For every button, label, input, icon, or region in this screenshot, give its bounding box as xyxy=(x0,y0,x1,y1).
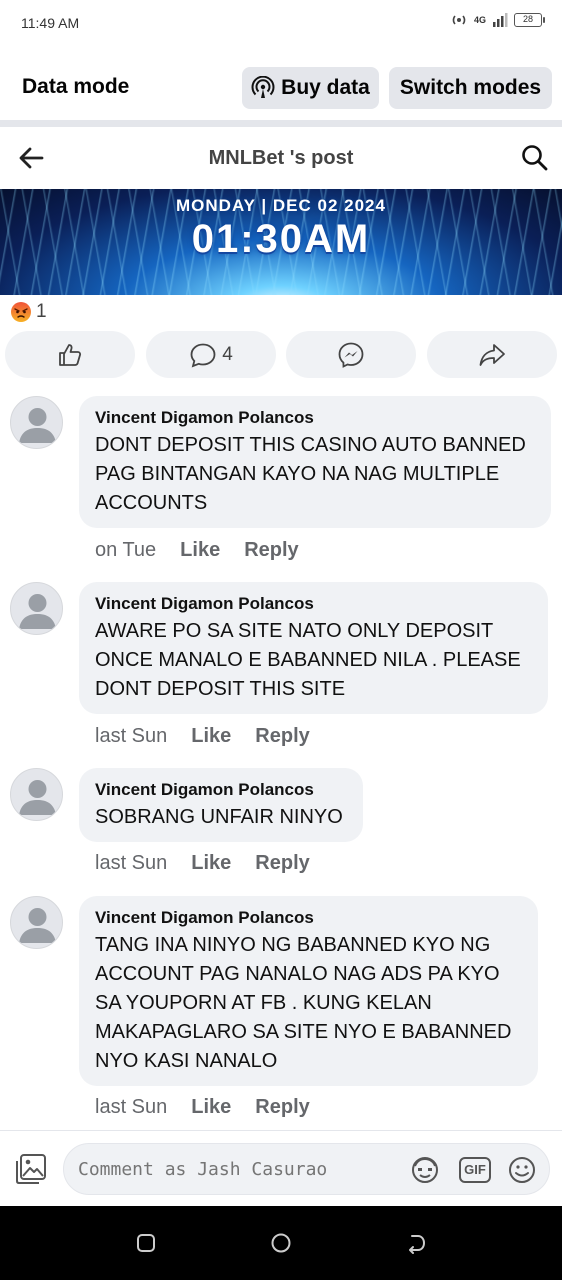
comment-text: DONT DEPOSIT THIS CASINO AUTO BANNED PAG… xyxy=(95,434,526,514)
comment-text: AWARE PO SA SITE NATO ONLY DEPOSIT ONCE … xyxy=(95,620,521,700)
post-header: MNLBet 's post xyxy=(0,127,562,189)
banner-date: MONDAY | DEC 02 2024 xyxy=(176,196,386,215)
comment-time[interactable]: last Sun xyxy=(95,725,167,748)
avatar[interactable] xyxy=(10,896,63,949)
emoji-icon[interactable] xyxy=(506,1155,538,1185)
comment-reply-button[interactable]: Reply xyxy=(244,539,298,562)
comment-button[interactable]: 4 xyxy=(146,331,276,378)
home-icon[interactable] xyxy=(269,1231,293,1255)
comment-count: 4 xyxy=(222,343,233,365)
default-avatar-icon xyxy=(19,780,56,815)
comment-like-button[interactable]: Like xyxy=(191,725,231,748)
section-divider xyxy=(0,120,562,127)
buy-data-label: Buy data xyxy=(281,76,370,99)
status-icons: 4G 28 xyxy=(450,13,545,27)
share-button[interactable] xyxy=(427,331,557,378)
status-time: 11:49 AM xyxy=(21,15,80,31)
comment-time[interactable]: last Sun xyxy=(95,1096,167,1119)
comment-author[interactable]: Vincent Digamon Polancos xyxy=(95,407,534,429)
post-banner-image[interactable]: MONDAY | DEC 02 2024 01:30AM xyxy=(0,189,562,295)
messenger-send-button[interactable] xyxy=(286,331,416,378)
messenger-icon xyxy=(338,342,364,368)
avatar-sticker-icon[interactable] xyxy=(409,1155,441,1185)
comment-author[interactable]: Vincent Digamon Polancos xyxy=(95,593,531,615)
comment-text: TANG INA NINYO NG BABANNED KYO NG ACCOUN… xyxy=(95,934,512,1072)
recent-apps-icon[interactable] xyxy=(134,1231,158,1255)
comment-reply-button[interactable]: Reply xyxy=(255,1096,309,1119)
buy-data-button[interactable]: Buy data xyxy=(242,67,379,109)
comment-bubble-icon xyxy=(190,343,216,367)
default-avatar-icon xyxy=(19,908,56,943)
comment-meta: on Tue Like Reply xyxy=(95,539,299,562)
comment-text: SOBRANG UNFAIR NINYO xyxy=(95,806,343,828)
comment-like-button[interactable]: Like xyxy=(191,1096,231,1119)
network-type: 4G xyxy=(473,15,486,25)
back-nav-icon[interactable] xyxy=(404,1231,428,1255)
like-button[interactable] xyxy=(5,331,135,378)
comment-bubble[interactable]: Vincent Digamon Polancos TANG INA NINYO … xyxy=(79,896,538,1086)
comment-meta: last Sun Like Reply xyxy=(95,1096,310,1119)
post-title: MNLBet 's post xyxy=(208,147,354,169)
comment-author[interactable]: Vincent Digamon Polancos xyxy=(95,779,346,801)
switch-modes-label: Switch modes xyxy=(399,76,542,99)
battery-level: 28 xyxy=(522,14,533,24)
photo-gallery-icon[interactable] xyxy=(14,1152,48,1186)
hotspot-icon xyxy=(452,15,466,25)
battery-icon: 28 xyxy=(514,13,545,27)
comment-reply-button[interactable]: Reply xyxy=(255,852,309,875)
comment-composer: GIF xyxy=(0,1130,562,1206)
search-icon[interactable] xyxy=(520,143,548,171)
avatar[interactable] xyxy=(10,396,63,449)
broadcast-icon xyxy=(251,76,275,98)
status-bar: 11:49 AM 4G 28 xyxy=(0,0,562,46)
comment-time[interactable]: on Tue xyxy=(95,539,156,562)
reaction-summary[interactable]: 1 xyxy=(10,300,47,324)
data-mode-title: Data mode xyxy=(22,75,130,98)
switch-modes-button[interactable]: Switch modes xyxy=(389,67,552,109)
gif-button[interactable]: GIF xyxy=(459,1157,491,1183)
comment-bubble[interactable]: Vincent Digamon Polancos DONT DEPOSIT TH… xyxy=(79,396,551,528)
comment-reply-button[interactable]: Reply xyxy=(255,725,309,748)
comment-meta: last Sun Like Reply xyxy=(95,725,310,748)
comment-time[interactable]: last Sun xyxy=(95,852,167,875)
post-actions: 4 xyxy=(0,331,562,379)
comment-like-button[interactable]: Like xyxy=(191,852,231,875)
comment-meta: last Sun Like Reply xyxy=(95,852,310,875)
comment-like-button[interactable]: Like xyxy=(180,539,220,562)
thumbs-up-icon xyxy=(59,343,82,366)
share-arrow-icon xyxy=(479,343,505,366)
avatar[interactable] xyxy=(10,582,63,635)
comment-bubble[interactable]: Vincent Digamon Polancos AWARE PO SA SIT… xyxy=(79,582,548,714)
angry-face-icon xyxy=(11,302,31,322)
default-avatar-icon xyxy=(19,408,56,443)
reaction-count: 1 xyxy=(36,301,47,322)
signal-icon xyxy=(493,13,508,27)
comment-author[interactable]: Vincent Digamon Polancos xyxy=(95,907,521,929)
data-mode-bar: Data mode Buy data Switch modes xyxy=(0,46,562,120)
comment-bubble[interactable]: Vincent Digamon Polancos SOBRANG UNFAIR … xyxy=(79,768,363,842)
banner-time: 01:30AM xyxy=(191,217,371,261)
avatar[interactable] xyxy=(10,768,63,821)
default-avatar-icon xyxy=(19,594,56,629)
system-nav-bar xyxy=(0,1206,562,1280)
